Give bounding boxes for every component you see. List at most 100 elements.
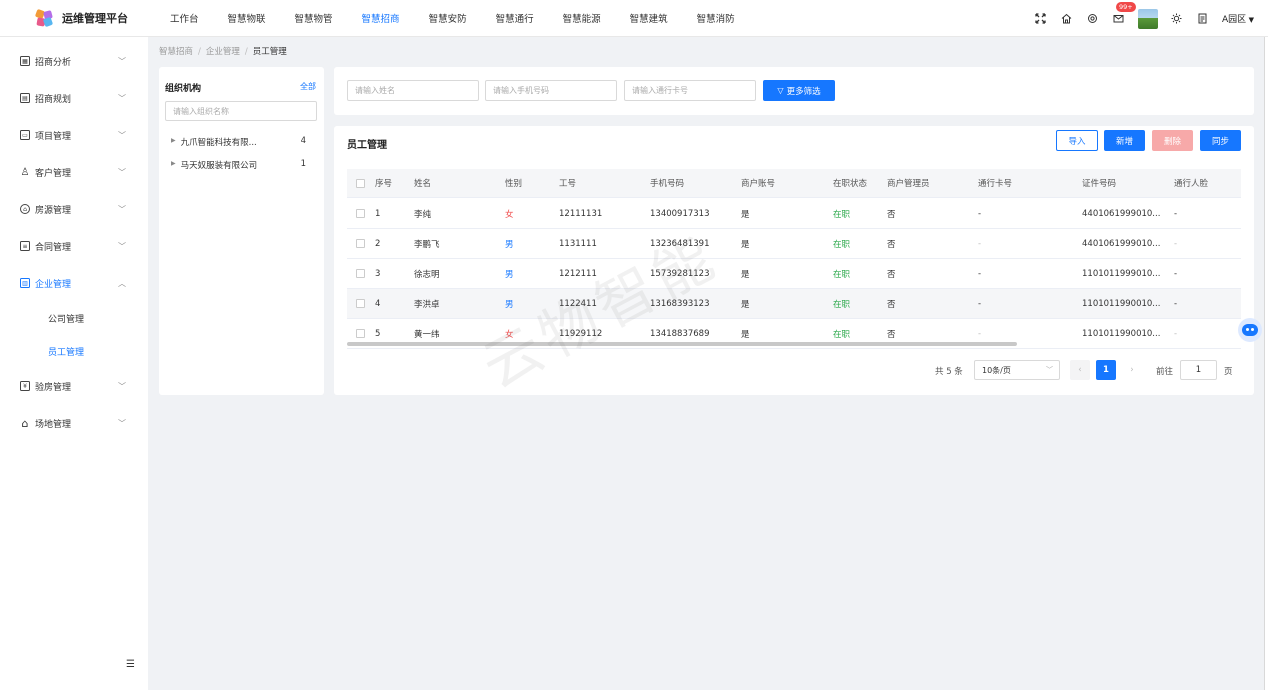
- cell-access-card: -: [978, 298, 982, 309]
- cell-face-access: -: [1174, 238, 1178, 249]
- sun-icon[interactable]: [1168, 11, 1184, 27]
- cell-gender: 男: [505, 269, 514, 280]
- cell-phone-number: 13400917313: [650, 208, 710, 219]
- employee-panel: 员工管理 导入 新增 删除 同步 序号 姓名 性别 工号 手机号码 商户账号 在…: [334, 126, 1254, 395]
- table-row[interactable]: 4 李洪卓 男 1122411 13168393123 是 在职 否 - 110101199001…: [347, 289, 1241, 319]
- cell-access-card: -: [978, 208, 982, 219]
- cell-id-number: 1101011999010...: [1082, 268, 1161, 279]
- sync-button[interactable]: 同步: [1200, 130, 1241, 151]
- next-page-button[interactable]: ›: [1122, 360, 1142, 380]
- home-icon[interactable]: [1058, 11, 1074, 27]
- region-selector[interactable]: A园区 ▼: [1222, 12, 1254, 25]
- select-all-checkbox[interactable]: [356, 169, 365, 197]
- cell-merchant-account: 是: [741, 239, 750, 250]
- logo-icon: [34, 8, 54, 27]
- sidebar-subitem-company[interactable]: 公司管理: [48, 312, 84, 325]
- row-checkbox[interactable]: [356, 229, 365, 258]
- sidebar-item-inspection[interactable]: ¥ 验房管理 ﹀: [0, 376, 148, 396]
- org-node-name: 马天奴服装有限公司: [180, 161, 258, 171]
- topnav-workbench[interactable]: 工作台: [170, 11, 199, 25]
- more-filters-label: 更多筛选: [786, 86, 821, 97]
- cell-row-index: 1: [375, 208, 381, 219]
- org-node-name: 九爪智能科技有限...: [180, 138, 257, 148]
- row-checkbox[interactable]: [356, 199, 365, 228]
- sidebar-item-customer[interactable]: ♙ 客户管理 ﹀: [0, 162, 148, 182]
- topnav-building[interactable]: 智慧建筑: [630, 11, 668, 25]
- phone-search-input[interactable]: [485, 80, 617, 101]
- avatar[interactable]: [1138, 8, 1158, 29]
- cell-employee-name: 李鹏飞: [414, 239, 440, 250]
- add-button[interactable]: 新增: [1104, 130, 1145, 151]
- chart-icon: ▦: [20, 56, 30, 66]
- sidebar-item-label: 客户管理: [35, 168, 72, 179]
- org-search-input[interactable]: [165, 101, 317, 121]
- brand[interactable]: 运维管理平台: [0, 8, 148, 27]
- goto-page-input[interactable]: [1180, 360, 1217, 380]
- filter-panel: ▽更多筛选: [334, 67, 1254, 115]
- cell-phone-number: 13236481391: [650, 238, 710, 249]
- sidebar-item-investment-analysis[interactable]: ▦ 招商分析 ﹀: [0, 51, 148, 71]
- page-size-value: 10条/页: [982, 365, 1011, 375]
- sidebar-item-enterprise[interactable]: ▥ 企业管理 ︿: [0, 273, 148, 293]
- org-node[interactable]: ▶ 马天奴服装有限公司 1: [171, 159, 317, 171]
- cell-merchant-admin: 否: [887, 299, 896, 310]
- topnav-security[interactable]: 智慧安防: [429, 11, 467, 25]
- cell-merchant-account: 是: [741, 209, 750, 220]
- page-number-button[interactable]: 1: [1096, 360, 1116, 380]
- topnav-fire[interactable]: 智慧消防: [697, 11, 735, 25]
- org-all-link[interactable]: 全部: [300, 81, 316, 92]
- inspect-icon: ¥: [20, 381, 30, 391]
- import-button[interactable]: 导入: [1056, 130, 1098, 151]
- document-icon[interactable]: [1194, 11, 1210, 27]
- topnav-investment[interactable]: 智慧招商: [362, 11, 400, 25]
- table-row[interactable]: 3 徐志明 男 1212111 15739281123 是 在职 否 - 110101199901…: [347, 259, 1241, 289]
- cell-merchant-account: 是: [741, 269, 750, 280]
- sidebar-item-label: 合同管理: [35, 242, 72, 253]
- venue-icon: ⌂: [21, 416, 29, 430]
- collapse-menu-icon[interactable]: ☰: [126, 659, 135, 670]
- cell-face-access: -: [1174, 268, 1178, 279]
- breadcrumb-enterprise[interactable]: 企业管理: [206, 47, 240, 57]
- name-search-input[interactable]: [347, 80, 479, 101]
- page-unit-label: 页: [1224, 367, 1233, 377]
- column-header: 商户账号: [741, 179, 776, 189]
- cell-merchant-admin: 否: [887, 209, 896, 220]
- table-row[interactable]: 2 李鹏飞 男 1131111 13236481391 是 在职 否 - 440106199901…: [347, 229, 1241, 259]
- breadcrumb-investment[interactable]: 智慧招商: [159, 47, 193, 57]
- sidebar-item-project[interactable]: ▭ 项目管理 ﹀: [0, 125, 148, 145]
- sidebar-subitem-employee[interactable]: 员工管理: [48, 345, 84, 358]
- sidebar-item-venue[interactable]: ⌂ 场地管理 ﹀: [0, 413, 148, 433]
- org-panel: 组织机构 全部 ▶ 九爪智能科技有限... 4 ▶ 马天奴服装有限公司 1: [159, 67, 324, 395]
- plan-icon: ▤: [20, 93, 30, 103]
- cell-gender: 男: [505, 299, 514, 310]
- topnav-access[interactable]: 智慧通行: [496, 11, 534, 25]
- cell-merchant-admin: 否: [887, 269, 896, 280]
- sidebar-item-contract[interactable]: ≡ 合同管理 ﹀: [0, 236, 148, 256]
- table-row[interactable]: 1 李纯 女 12111131 13400917313 是 在职 否 - 440106199901…: [347, 199, 1241, 229]
- cell-employee-name: 李纯: [414, 209, 432, 220]
- topnav-property[interactable]: 智慧物管: [295, 11, 333, 25]
- cell-employment-status: 在职: [833, 209, 851, 220]
- more-filters-button[interactable]: ▽ 更多筛选: [763, 80, 835, 101]
- topnav-energy[interactable]: 智慧能源: [563, 11, 601, 25]
- prev-page-button[interactable]: ‹: [1070, 360, 1090, 380]
- column-header: 商户管理员: [887, 179, 930, 189]
- page-size-select[interactable]: 10条/页 ﹀: [974, 360, 1060, 380]
- cell-employment-status: 在职: [833, 239, 851, 250]
- row-checkbox[interactable]: [356, 259, 365, 288]
- org-node[interactable]: ▶ 九爪智能科技有限... 4: [171, 136, 317, 148]
- row-checkbox[interactable]: [356, 289, 365, 318]
- cell-merchant-admin: 否: [887, 239, 896, 250]
- horizontal-scrollbar[interactable]: [347, 342, 1017, 346]
- sidebar-item-investment-plan[interactable]: ▤ 招商规划 ﹀: [0, 88, 148, 108]
- topnav-iot[interactable]: 智慧物联: [228, 11, 266, 25]
- settings-icon[interactable]: [1084, 11, 1100, 27]
- delete-button[interactable]: 删除: [1152, 130, 1193, 151]
- chevron-down-icon: ﹀: [118, 241, 126, 251]
- fullscreen-icon[interactable]: [1032, 11, 1048, 27]
- assistant-robot-icon[interactable]: [1238, 318, 1262, 342]
- sidebar-item-housing[interactable]: ⌂ 房源管理 ﹀: [0, 199, 148, 219]
- mail-icon[interactable]: 99+: [1110, 1, 1136, 27]
- sidebar-item-label: 招商分析: [35, 57, 72, 68]
- card-search-input[interactable]: [624, 80, 756, 101]
